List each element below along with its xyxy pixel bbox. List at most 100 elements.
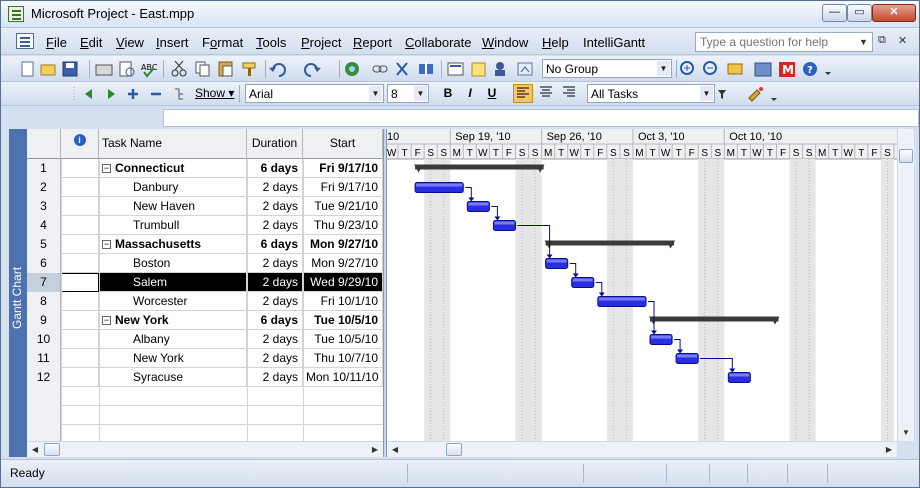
restore-doc-icon[interactable]: ⧉ <box>878 34 886 47</box>
row-id[interactable]: 3 <box>27 197 61 216</box>
row-id[interactable] <box>27 425 61 441</box>
scroll-down-icon[interactable]: ▼ <box>898 425 914 441</box>
table-row[interactable]: 10 Albany 2 days Tue 10/5/10 <box>27 330 383 349</box>
task-name-cell[interactable]: New Haven <box>99 197 247 216</box>
font-combo-arrow-icon[interactable]: ▼ <box>369 86 382 101</box>
table-row[interactable]: 6 Boston 2 days Mon 9/27/10 <box>27 254 383 273</box>
row-id[interactable]: 4 <box>27 216 61 235</box>
start-cell[interactable]: Fri 9/17/10 <box>303 159 383 178</box>
show-menu[interactable]: Show ▾ <box>195 86 234 100</box>
row-id[interactable]: 9 <box>27 311 61 330</box>
project-app-icon[interactable] <box>8 6 24 22</box>
start-cell[interactable]: Mon 10/11/10 <box>303 368 383 387</box>
menu-collaborate[interactable]: Collaborate <box>405 35 472 50</box>
empty-row[interactable] <box>27 406 383 425</box>
task-name-cell[interactable]: Trumbull <box>99 216 247 235</box>
table-row[interactable]: 11 New York 2 days Thu 10/7/10 <box>27 349 383 368</box>
vertical-scrollbar[interactable]: ▼ <box>897 129 914 441</box>
table-row[interactable]: 4 Trumbull 2 days Thu 9/23/10 <box>27 216 383 235</box>
task-name-cell[interactable]: − Massachusetts <box>99 235 247 254</box>
row-id[interactable] <box>27 406 61 425</box>
menu-help[interactable]: Help <box>542 35 569 50</box>
document-icon[interactable] <box>16 33 34 49</box>
close-doc-icon[interactable]: ✕ <box>898 34 907 47</box>
start-cell[interactable]: Tue 10/5/10 <box>303 311 383 330</box>
duration-cell[interactable]: 6 days <box>247 311 303 330</box>
group-combo-arrow-icon[interactable]: ▼ <box>657 61 670 76</box>
font-size-arrow-icon[interactable]: ▼ <box>414 86 427 101</box>
select-all-header[interactable] <box>27 129 61 159</box>
menu-tools[interactable]: Tools <box>256 35 286 50</box>
start-cell[interactable]: Fri 9/17/10 <box>303 178 383 197</box>
row-id[interactable]: 5 <box>27 235 61 254</box>
table-scroll-right-icon[interactable]: ▶ <box>367 442 383 458</box>
menu-file[interactable]: File <box>46 35 67 50</box>
row-id[interactable]: 1 <box>27 159 61 178</box>
start-cell[interactable]: Tue 10/5/10 <box>303 330 383 349</box>
duration-cell[interactable]: 6 days <box>247 159 303 178</box>
start-cell[interactable]: Thu 10/7/10 <box>303 349 383 368</box>
row-id[interactable]: 6 <box>27 254 61 273</box>
start-cell[interactable]: Fri 10/1/10 <box>303 292 383 311</box>
menu-project[interactable]: Project <box>301 35 341 50</box>
menu-edit[interactable]: Edit <box>80 35 102 50</box>
gantt-chart[interactable]: WTFSSMTWTFSSMTWTFSSMTWTFSSMTWTFSSMTWTFS1… <box>387 129 897 441</box>
table-row[interactable]: 12 Syracuse 2 days Mon 10/11/10 <box>27 368 383 387</box>
duration-cell[interactable]: 2 days <box>247 273 303 292</box>
duration-cell[interactable]: 2 days <box>247 292 303 311</box>
task-name-cell[interactable]: − Connecticut <box>99 159 247 178</box>
empty-row[interactable] <box>27 425 383 441</box>
view-bar[interactable]: Gantt Chart <box>9 129 27 457</box>
row-id[interactable]: 12 <box>27 368 61 387</box>
row-id[interactable]: 8 <box>27 292 61 311</box>
collapse-icon[interactable]: − <box>102 240 111 250</box>
table-row[interactable]: 9 − New York 6 days Tue 10/5/10 <box>27 311 383 330</box>
table-row[interactable]: 1 − Connecticut 6 days Fri 9/17/10 <box>27 159 383 178</box>
task-name-cell[interactable]: Syracuse <box>99 368 247 387</box>
align-right-button[interactable] <box>559 84 579 103</box>
menu-report[interactable]: Report <box>353 35 392 50</box>
minimize-button[interactable]: — <box>822 4 847 22</box>
duration-header[interactable]: Duration <box>247 129 303 159</box>
underline-button[interactable]: U <box>482 84 502 103</box>
task-name-cell[interactable]: Worcester <box>99 292 247 311</box>
font-combo[interactable]: Arial ▼ <box>245 84 384 103</box>
start-cell[interactable]: Thu 9/23/10 <box>303 216 383 235</box>
duration-cell[interactable]: 6 days <box>247 235 303 254</box>
row-id[interactable]: 10 <box>27 330 61 349</box>
font-size-combo[interactable]: 8 ▼ <box>387 84 429 103</box>
task-name-cell[interactable]: Boston <box>99 254 247 273</box>
close-button[interactable]: ✕ <box>872 4 916 22</box>
start-cell[interactable]: Mon 9/27/10 <box>303 235 383 254</box>
gantt-scroll-left-icon[interactable]: ◀ <box>387 442 403 458</box>
help-dropdown-arrow[interactable]: ▼ <box>859 33 872 51</box>
collapse-icon[interactable]: − <box>102 164 111 174</box>
duration-cell[interactable]: 2 days <box>247 178 303 197</box>
gantt-scroll-thumb[interactable] <box>446 443 462 456</box>
start-cell[interactable]: Mon 9/27/10 <box>303 254 383 273</box>
gantt-scroll-right-icon[interactable]: ▶ <box>881 442 897 458</box>
start-cell[interactable]: Wed 9/29/10 <box>303 273 383 292</box>
italic-button[interactable]: I <box>460 84 480 103</box>
row-id[interactable] <box>27 387 61 406</box>
duration-cell[interactable]: 2 days <box>247 216 303 235</box>
filter-combo-arrow-icon[interactable]: ▼ <box>700 86 713 101</box>
task-name-cell[interactable]: New York <box>99 349 247 368</box>
menu-intelligantt[interactable]: IntelliGantt <box>583 35 645 50</box>
task-name-cell[interactable]: − New York <box>99 311 247 330</box>
table-row[interactable]: 2 Danbury 2 days Fri 9/17/10 <box>27 178 383 197</box>
entry-field[interactable] <box>163 109 919 127</box>
bold-button[interactable]: B <box>438 84 458 103</box>
task-name-cell[interactable]: Albany <box>99 330 247 349</box>
table-horizontal-scrollbar[interactable]: ◀ ▶ <box>27 441 383 457</box>
duration-cell[interactable]: 2 days <box>247 368 303 387</box>
vertical-scroll-thumb[interactable] <box>899 149 913 163</box>
row-id[interactable]: 2 <box>27 178 61 197</box>
duration-cell[interactable]: 2 days <box>247 330 303 349</box>
start-header[interactable]: Start <box>303 129 383 159</box>
task-name-cell[interactable]: Danbury <box>99 178 247 197</box>
align-center-button[interactable] <box>536 84 556 103</box>
menu-insert[interactable]: Insert <box>156 35 189 50</box>
duration-cell[interactable]: 2 days <box>247 254 303 273</box>
indicators-header[interactable]: i <box>61 129 99 159</box>
